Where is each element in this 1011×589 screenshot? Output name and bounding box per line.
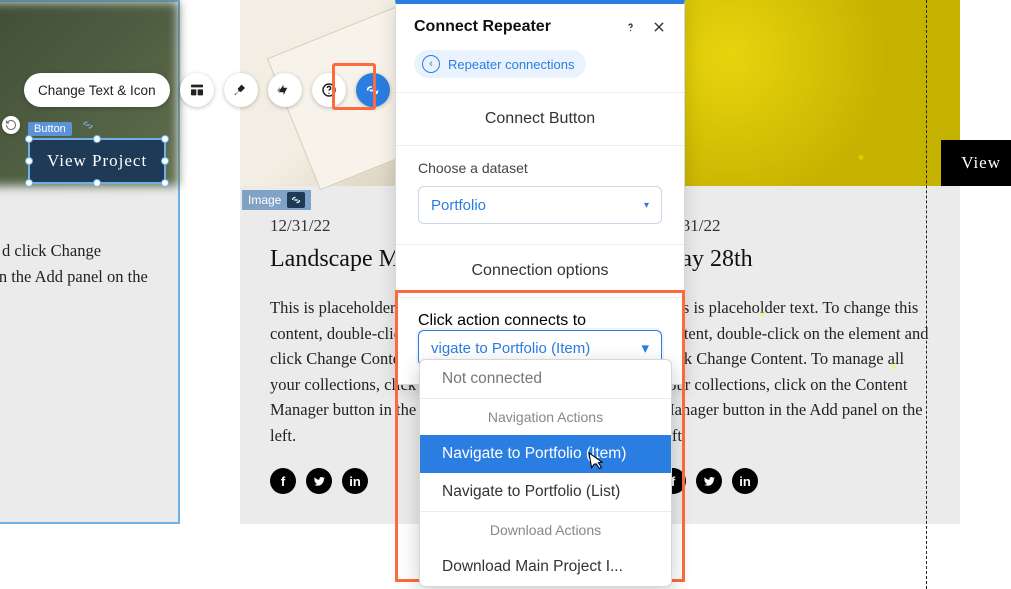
- selection-type-label: Button: [28, 122, 72, 136]
- click-action-dropdown[interactable]: Not connected Navigation Actions Navigat…: [419, 359, 672, 587]
- dataset-select[interactable]: Portfolio ▾: [418, 186, 662, 224]
- section-connection-options: Connection options: [396, 245, 684, 298]
- layout-icon[interactable]: [180, 73, 214, 107]
- dropdown-option-nav-item[interactable]: Navigate to Portfolio (Item): [420, 435, 671, 473]
- click-action-label: Click action connects to: [418, 312, 586, 329]
- panel-help-icon[interactable]: [623, 20, 638, 35]
- animation-icon[interactable]: [268, 73, 302, 107]
- chevron-down-icon: ▾: [644, 200, 649, 211]
- facebook-icon[interactable]: f: [270, 468, 296, 494]
- chevron-down-icon: ▾: [641, 339, 649, 357]
- change-text-button[interactable]: Change Text & Icon: [24, 73, 170, 107]
- section-connect-button: Connect Button: [396, 93, 684, 146]
- twitter-icon[interactable]: [306, 468, 332, 494]
- connect-repeater-panel: Connect Repeater ‹ Repeater connections …: [395, 0, 685, 385]
- back-to-repeater-connections[interactable]: ‹ Repeater connections: [414, 50, 586, 78]
- connect-data-icon: [80, 117, 96, 133]
- connect-data-icon: [287, 192, 305, 208]
- chevron-left-icon: ‹: [422, 55, 440, 73]
- dropdown-option-nav-list[interactable]: Navigate to Portfolio (List): [420, 473, 671, 511]
- highlight-box: [332, 63, 376, 110]
- linkedin-icon[interactable]: in: [342, 468, 368, 494]
- dataset-label: Choose a dataset: [418, 160, 662, 176]
- panel-title: Connect Repeater: [414, 18, 551, 36]
- undo-history-icon[interactable]: [2, 116, 20, 134]
- view-project-button[interactable]: View: [941, 140, 1011, 186]
- card-description: ange this content, d click Change ollect…: [0, 238, 148, 388]
- dropdown-group-navigation: Navigation Actions: [420, 399, 671, 435]
- element-type-label-image: Image: [242, 190, 311, 210]
- close-icon[interactable]: [652, 20, 666, 34]
- dropdown-option-not-connected[interactable]: Not connected: [420, 360, 671, 398]
- selected-button[interactable]: View Project: [28, 138, 166, 184]
- dropdown-option-download-main[interactable]: Download Main Project I...: [420, 548, 671, 586]
- paint-icon[interactable]: [224, 73, 258, 107]
- selected-button-label: View Project: [47, 151, 147, 170]
- page-edge-guide: [926, 0, 927, 589]
- dropdown-group-download: Download Actions: [420, 512, 671, 548]
